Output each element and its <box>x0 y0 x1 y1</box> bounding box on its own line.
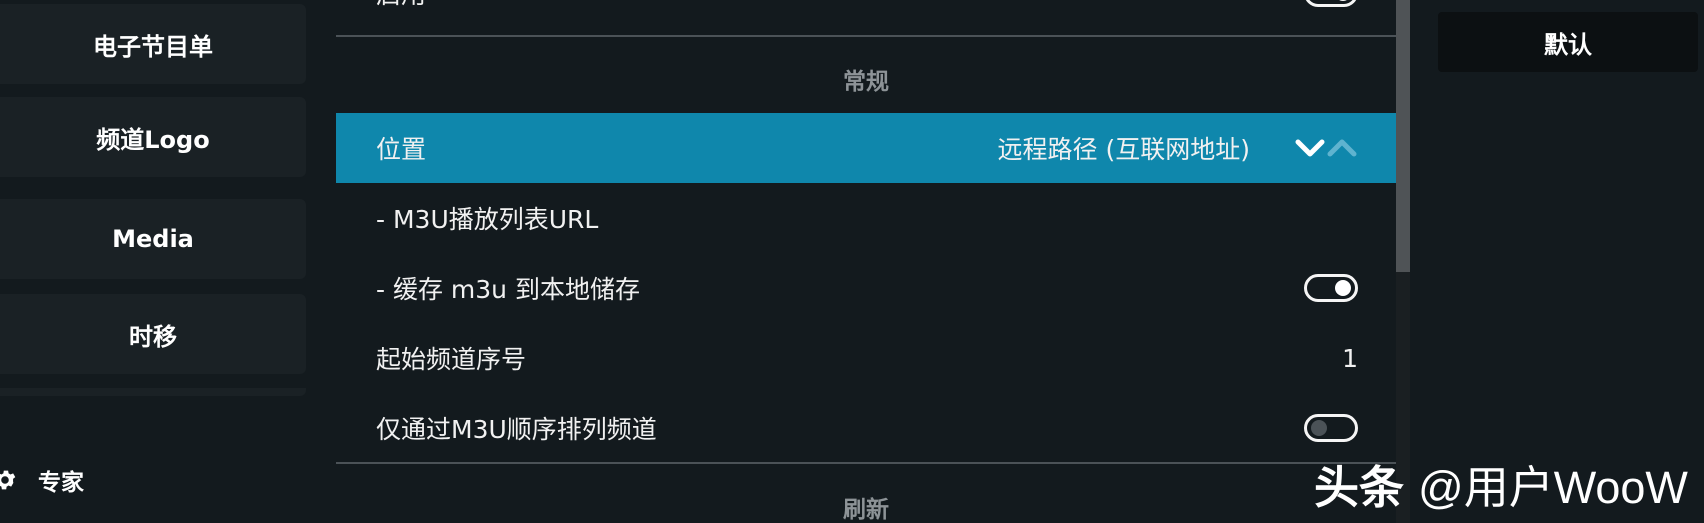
section-divider <box>336 462 1396 464</box>
sidebar-item-label: 时移 <box>129 322 177 351</box>
watermark-brand: 头条 <box>1314 461 1405 513</box>
setting-label: 位置 <box>376 135 427 164</box>
chevron-down-icon <box>1295 139 1325 157</box>
setting-row-enabled[interactable]: 启用 <box>336 0 1396 28</box>
sidebar-item-partial[interactable] <box>0 388 306 396</box>
sidebar-item-label: 电子节目单 <box>93 32 213 61</box>
section-title-general: 常规 <box>843 69 889 95</box>
settings-level-toggle[interactable]: 专家 <box>0 458 84 502</box>
action-panel <box>1410 0 1704 523</box>
toggle-switch[interactable] <box>1304 0 1358 7</box>
spinner-arrows[interactable] <box>1294 133 1358 163</box>
setting-label: - 缓存 m3u 到本地储存 <box>376 275 640 304</box>
section-divider <box>336 35 1396 37</box>
setting-label: - M3U播放列表URL <box>376 205 599 234</box>
toggle-knob <box>1335 280 1351 296</box>
toggle-knob <box>1311 420 1327 436</box>
watermark-text: @用户WooW <box>1418 461 1688 513</box>
settings-level-label: 专家 <box>38 470 84 496</box>
setting-row-start-channel[interactable]: 起始频道序号 1 <box>336 323 1396 393</box>
toggle-switch[interactable] <box>1304 414 1358 442</box>
setting-row-m3u-url[interactable]: - M3U播放列表URL <box>336 183 1396 253</box>
sidebar-item-media[interactable]: Media <box>0 199 306 279</box>
gear-icon <box>0 470 16 490</box>
section-title-refresh: 刷新 <box>843 497 889 523</box>
setting-value: 远程路径 (互联网地址) <box>997 135 1250 164</box>
settings-screen: 电子节目单 频道Logo Media 时移 专家 启用 常规 位置 远 <box>0 0 1704 523</box>
watermark: 头条 @用户WooW <box>1314 455 1700 513</box>
sidebar-item-label: Media <box>112 225 194 253</box>
setting-label: 起始频道序号 <box>376 345 527 374</box>
settings-list: 启用 常规 位置 远程路径 (互联网地址) - M3U播放列表URL - 缓存 … <box>336 0 1396 523</box>
scrollbar-thumb[interactable] <box>1396 0 1410 272</box>
setting-row-location[interactable]: 位置 远程路径 (互联网地址) <box>336 113 1396 183</box>
reset-default-button[interactable]: 默认 <box>1438 12 1698 72</box>
toggle-switch[interactable] <box>1304 274 1358 302</box>
sidebar-item-label: 频道Logo <box>96 125 210 154</box>
setting-row-m3u-order[interactable]: 仅通过M3U顺序排列频道 <box>336 393 1396 463</box>
setting-value: 1 <box>1342 343 1358 373</box>
setting-label: 仅通过M3U顺序排列频道 <box>376 415 657 444</box>
sidebar-item-timeshift[interactable]: 时移 <box>0 294 306 374</box>
sidebar-item-channel-logo[interactable]: 频道Logo <box>0 97 306 177</box>
chevron-up-icon <box>1327 139 1357 157</box>
setting-row-cache-m3u[interactable]: - 缓存 m3u 到本地储存 <box>336 253 1396 323</box>
toggle-knob <box>1335 0 1351 1</box>
sidebar-item-epg[interactable]: 电子节目单 <box>0 4 306 84</box>
reset-default-label: 默认 <box>1544 30 1592 59</box>
setting-label: 启用 <box>376 0 426 11</box>
sidebar: 电子节目单 频道Logo Media 时移 专家 <box>0 0 336 523</box>
